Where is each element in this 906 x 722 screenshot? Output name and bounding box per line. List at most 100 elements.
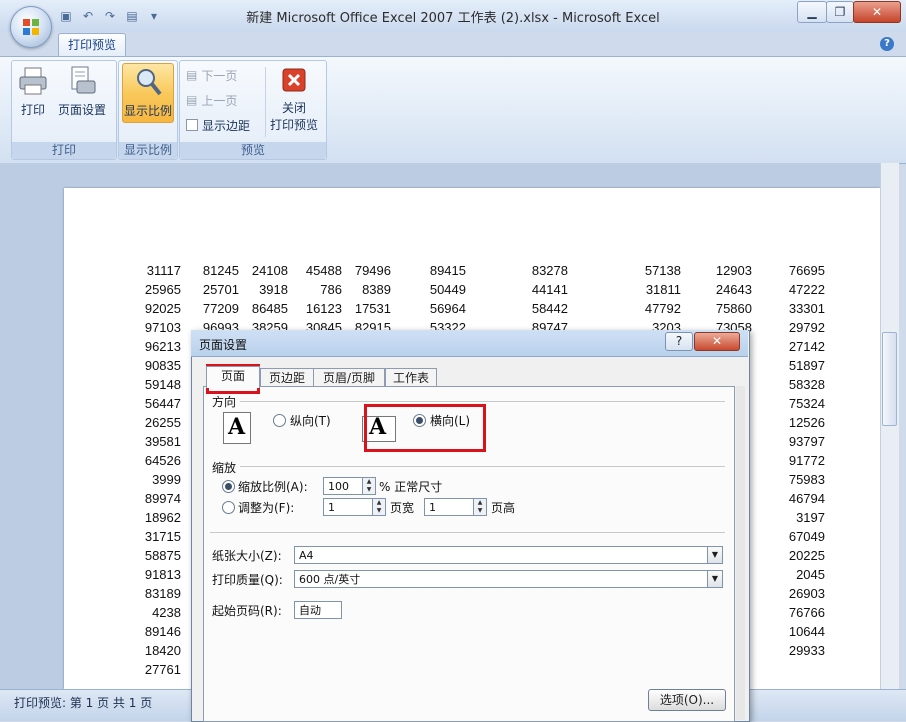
dialog-edge-strip bbox=[736, 386, 745, 720]
sheet-cell: 58328 bbox=[788, 377, 825, 392]
save-icon[interactable]: ▣ bbox=[58, 8, 74, 24]
sheet-cell: 26903 bbox=[788, 586, 825, 601]
sheet-cell: 8389 bbox=[362, 282, 391, 297]
sheet-cell: 20225 bbox=[788, 548, 825, 563]
sheet-cell: 25965 bbox=[144, 282, 181, 297]
redo-icon[interactable]: ↷ bbox=[102, 8, 118, 24]
close-preview-label-1: 关闭 bbox=[282, 101, 307, 115]
sheet-cell: 96213 bbox=[144, 339, 181, 354]
sheet-cell: 67049 bbox=[788, 529, 825, 544]
sheet-cell: 91813 bbox=[144, 567, 181, 582]
customize-chevron-down-icon[interactable]: ▾ bbox=[146, 8, 162, 24]
tab-margins[interactable]: 页边距 bbox=[260, 368, 314, 387]
sheet-cell: 33301 bbox=[788, 301, 825, 316]
pages-wide-label: 页宽 bbox=[390, 501, 415, 515]
dialog-help-button[interactable]: ? bbox=[665, 332, 693, 351]
sheet-cell: 83189 bbox=[144, 586, 181, 601]
landscape-glyph-icon: A bbox=[369, 414, 387, 440]
sheet-cell: 10644 bbox=[788, 624, 825, 639]
sheet-cell: 4238 bbox=[152, 605, 181, 620]
maximize-button[interactable]: ❐ bbox=[826, 1, 854, 23]
printer-icon bbox=[19, 67, 47, 95]
sheet-cell: 75860 bbox=[715, 301, 752, 316]
sheet-cell: 76766 bbox=[788, 605, 825, 620]
help-icon[interactable]: ? bbox=[880, 37, 894, 51]
group-print: 打印 页面设置 打印 bbox=[11, 60, 117, 160]
sheet-cell: 3197 bbox=[796, 510, 825, 525]
print-quality-select[interactable]: 600 点/英寸 bbox=[294, 570, 708, 588]
adjust-to-spinner[interactable]: ▲ ▼ bbox=[362, 477, 376, 495]
pages-tall-spinner[interactable]: ▲ ▼ bbox=[473, 498, 487, 516]
pages-tall-label: 页高 bbox=[491, 501, 516, 515]
sheet-cell: 89974 bbox=[144, 491, 181, 506]
tab-header-footer[interactable]: 页眉/页脚 bbox=[313, 368, 385, 387]
sheet-cell: 2045 bbox=[796, 567, 825, 582]
close-print-preview-button[interactable]: 关闭 打印预览 bbox=[270, 65, 318, 133]
group-zoom: 显示比例 显示比例 bbox=[118, 60, 178, 160]
scaling-bottom-separator bbox=[210, 532, 725, 533]
paper-size-select[interactable]: A4 bbox=[294, 546, 708, 564]
group-preview-label: 预览 bbox=[180, 142, 326, 159]
show-margins-label: 显示边距 bbox=[202, 118, 251, 133]
sheet-cell: 92025 bbox=[144, 301, 181, 316]
orientation-separator bbox=[240, 401, 725, 402]
group-print-label: 打印 bbox=[12, 142, 116, 159]
tab-sheet[interactable]: 工作表 bbox=[385, 368, 437, 387]
next-page-button[interactable]: ▤ 下一页 bbox=[186, 65, 237, 85]
fit-to-radio[interactable] bbox=[222, 501, 235, 514]
tab-print-preview[interactable]: 打印预览 bbox=[58, 33, 126, 57]
sheet-cell: 29792 bbox=[788, 320, 825, 335]
adjust-to-radio[interactable] bbox=[222, 480, 235, 493]
options-button[interactable]: 选项(O)... bbox=[648, 689, 726, 711]
pages-tall-input[interactable]: 1 bbox=[424, 498, 474, 516]
sheet-cell: 12526 bbox=[788, 415, 825, 430]
sheet-cell: 75983 bbox=[788, 472, 825, 487]
pages-wide-input[interactable]: 1 bbox=[323, 498, 373, 516]
sheet-cell: 47792 bbox=[644, 301, 681, 316]
sheet-cell: 90835 bbox=[144, 358, 181, 373]
vertical-scroll-thumb[interactable] bbox=[882, 332, 897, 426]
sheet-cell: 18420 bbox=[144, 643, 181, 658]
sheet-cell: 89146 bbox=[144, 624, 181, 639]
sheet-cell: 12903 bbox=[715, 263, 752, 278]
print-button[interactable]: 打印 bbox=[18, 65, 48, 118]
print-preview-icon[interactable]: ▤ bbox=[124, 8, 140, 24]
undo-icon[interactable]: ↶ bbox=[80, 8, 96, 24]
sheet-cell: 47222 bbox=[788, 282, 825, 297]
sheet-cell: 75324 bbox=[788, 396, 825, 411]
portrait-label: 纵向(T) bbox=[290, 414, 331, 428]
portrait-radio[interactable] bbox=[273, 414, 286, 427]
show-margins-checkbox[interactable]: 显示边距 bbox=[186, 115, 250, 135]
first-page-label: 起始页码(R): bbox=[212, 604, 282, 618]
print-quality-chevron-down-icon[interactable]: ▼ bbox=[707, 570, 723, 588]
close-window-button[interactable]: ✕ bbox=[853, 1, 901, 23]
sheet-cell: 91772 bbox=[788, 453, 825, 468]
sheet-cell: 56447 bbox=[144, 396, 181, 411]
page-setup-button[interactable]: 页面设置 bbox=[58, 65, 106, 118]
tab-page[interactable]: 页面 bbox=[206, 366, 260, 388]
fit-to-label: 调整为(F): bbox=[238, 501, 295, 515]
sheet-cell: 86485 bbox=[251, 301, 288, 316]
sheet-cell: 56964 bbox=[429, 301, 466, 316]
next-page-icon: ▤ bbox=[186, 68, 198, 82]
adjust-to-label: 缩放比例(A): bbox=[238, 480, 308, 494]
sheet-cell: 57138 bbox=[644, 263, 681, 278]
sheet-cell: 18962 bbox=[144, 510, 181, 525]
landscape-label: 横向(L) bbox=[430, 414, 471, 428]
sheet-cell: 93797 bbox=[788, 434, 825, 449]
sheet-cell: 27142 bbox=[788, 339, 825, 354]
minimize-button[interactable]: ▁ bbox=[797, 1, 827, 23]
pages-wide-spinner[interactable]: ▲ ▼ bbox=[372, 498, 386, 516]
paper-size-chevron-down-icon[interactable]: ▼ bbox=[707, 546, 723, 564]
adjust-to-input[interactable]: 100 bbox=[323, 477, 363, 495]
landscape-radio[interactable] bbox=[413, 414, 426, 427]
sheet-cell: 24643 bbox=[715, 282, 752, 297]
vertical-scrollbar[interactable] bbox=[880, 163, 899, 689]
dialog-close-button[interactable]: ✕ bbox=[694, 332, 740, 351]
first-page-input[interactable]: 自动 bbox=[294, 601, 342, 619]
zoom-button[interactable]: 显示比例 bbox=[122, 63, 174, 123]
sheet-cell: 29933 bbox=[788, 643, 825, 658]
scaling-separator bbox=[240, 466, 725, 467]
prev-page-button[interactable]: ▤ 上一页 bbox=[186, 90, 237, 110]
office-button[interactable] bbox=[10, 6, 52, 48]
